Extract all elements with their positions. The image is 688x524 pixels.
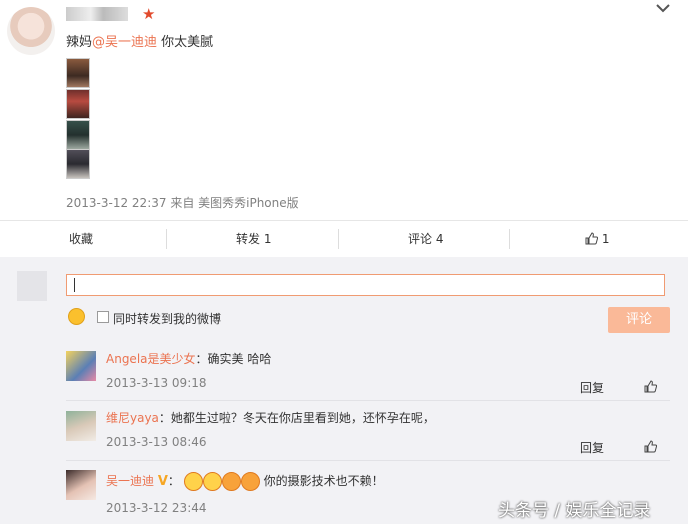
commenter-name[interactable]: Angela是美少女 — [106, 352, 196, 366]
like-button[interactable]: 1 — [585, 221, 609, 257]
laughing-emoji-icon — [202, 472, 222, 491]
post-author-name[interactable] — [66, 5, 138, 23]
post-text-prefix: 辣妈 — [66, 35, 93, 50]
verified-v-badge: V — [157, 474, 168, 489]
comment-divider — [66, 460, 670, 461]
post-author-avatar[interactable] — [7, 7, 55, 55]
comment-text: 维尼yaya：她都生过啦？冬天在你店里看到她，还怀孕在呢， — [106, 409, 435, 426]
thumbs-up-icon[interactable] — [644, 440, 658, 453]
comment-body: ：她都生过啦？冬天在你店里看到她，还怀孕在呢， — [158, 411, 435, 425]
thumbs-up-icon — [585, 232, 599, 245]
comment-body: 你的摄影技术也不赖！ — [263, 474, 384, 488]
post-text: 辣妈@吴一迪迪 你太美腻 — [66, 31, 213, 50]
post-image-thumbnail[interactable] — [66, 149, 90, 179]
comment-body: ：确实美 哈哈 — [195, 352, 272, 366]
comment-button[interactable]: 评论 4 — [408, 221, 443, 257]
submit-comment-button[interactable]: 评论 — [608, 307, 670, 333]
post-meta: 2013-3-12 22:37 来自 美图秀秀iPhone版 — [66, 196, 299, 210]
blurred-username — [66, 7, 128, 21]
post-text-suffix: 你太美腻 — [157, 35, 214, 50]
comment-time: 2013-3-13 08:46 — [106, 435, 207, 449]
like-count: 1 — [601, 232, 610, 246]
chevron-down-icon[interactable] — [653, 0, 673, 16]
repost-checkbox[interactable] — [97, 311, 109, 323]
commenter-avatar[interactable] — [66, 351, 96, 381]
emoji-picker-icon[interactable] — [68, 308, 85, 325]
text-caret — [74, 278, 75, 292]
comment-time: 2013-3-12 23:44 — [106, 501, 207, 515]
repost-checkbox-label: 同时转发到我的微博 — [113, 312, 222, 326]
laughing-emoji-icon — [183, 472, 203, 491]
commenter-name[interactable]: 维尼yaya — [106, 411, 159, 425]
star-badge-icon: ★ — [142, 5, 156, 23]
commenter-name[interactable]: 吴一迪迪 — [106, 474, 154, 488]
divider — [166, 229, 167, 249]
repost-button[interactable]: 转发 1 — [236, 221, 271, 257]
collect-button[interactable]: 收藏 — [69, 221, 93, 257]
comment-text: 吴一迪迪 V： 你的摄影技术也不赖！ — [106, 472, 384, 491]
thumbs-up-icon[interactable] — [644, 380, 658, 393]
surprised-emoji-icon — [221, 472, 241, 491]
reply-button[interactable]: 回复 — [580, 439, 604, 456]
post-image-thumbnail[interactable] — [66, 89, 90, 119]
comment-text: Angela是美少女：确实美 哈哈 — [106, 350, 271, 367]
comment-input[interactable] — [66, 274, 665, 296]
action-bar: 收藏 转发 1 评论 4 1 — [0, 220, 688, 257]
reply-button[interactable]: 回复 — [580, 379, 604, 396]
commenter-avatar[interactable] — [66, 470, 96, 500]
comment-divider — [66, 400, 670, 401]
divider — [338, 229, 339, 249]
watermark-text: 头条号 / 娱乐全记录 — [498, 501, 651, 521]
comment-time: 2013-3-13 09:18 — [106, 376, 207, 390]
post-image-thumbnail[interactable] — [66, 58, 90, 88]
divider — [509, 229, 510, 249]
post-image-thumbnail[interactable] — [66, 120, 90, 150]
mention-link[interactable]: @吴一迪迪 — [92, 35, 157, 50]
surprised-emoji-icon — [240, 472, 260, 491]
commenter-avatar[interactable] — [66, 411, 96, 441]
current-user-avatar — [17, 271, 47, 301]
